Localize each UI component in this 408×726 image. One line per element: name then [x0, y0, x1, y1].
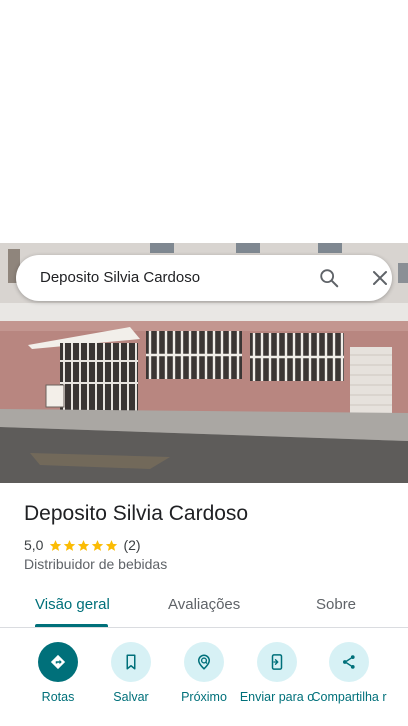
share-circle	[329, 642, 369, 682]
share-label: Compartilha r	[311, 690, 387, 704]
send-to-phone-label: Enviar para o	[239, 690, 315, 704]
send-to-phone-button[interactable]: Enviar para o	[237, 642, 317, 704]
tab-about[interactable]: Sobre	[316, 596, 356, 613]
close-icon[interactable]	[370, 268, 390, 288]
rating-value: 5,0	[24, 537, 44, 553]
star-icon	[78, 539, 90, 551]
directions-circle	[38, 642, 78, 682]
tab-overview[interactable]: Visão geral	[35, 596, 110, 613]
save-label: Salvar	[113, 690, 149, 704]
tab-reviews[interactable]: Avaliações	[168, 596, 240, 613]
search-icon[interactable]	[318, 267, 340, 289]
rating-row[interactable]: 5,0 (2)	[24, 536, 141, 554]
share-button[interactable]: Compartilha r	[309, 642, 389, 704]
directions-button[interactable]: Rotas	[18, 642, 98, 704]
directions-icon	[50, 654, 66, 670]
star-rating	[49, 539, 119, 552]
share-icon	[343, 655, 355, 669]
bookmark-icon	[126, 654, 136, 670]
save-circle	[111, 642, 151, 682]
tab-bar: Visão geral Avaliações Sobre	[0, 584, 408, 628]
search-input[interactable]: Deposito Silvia Cardoso	[40, 269, 200, 286]
send-to-phone-icon	[271, 654, 283, 670]
star-icon	[64, 539, 76, 551]
search-bar[interactable]: Deposito Silvia Cardoso	[16, 255, 392, 301]
nearby-label: Próximo	[181, 690, 227, 704]
review-count[interactable]: (2)	[123, 537, 140, 553]
blank-map-area	[0, 0, 408, 243]
tab-indicator	[35, 624, 108, 627]
save-button[interactable]: Salvar	[91, 642, 171, 704]
star-icon	[50, 539, 62, 551]
send-to-phone-circle	[257, 642, 297, 682]
star-icon	[106, 539, 118, 551]
nearby-button[interactable]: Próximo	[164, 642, 244, 704]
place-category: Distribuidor de bebidas	[24, 556, 168, 572]
star-icon	[92, 539, 104, 551]
place-title: Deposito Silvia Cardoso	[24, 502, 249, 525]
directions-label: Rotas	[41, 690, 75, 704]
nearby-circle	[184, 642, 224, 682]
nearby-icon	[197, 654, 211, 670]
